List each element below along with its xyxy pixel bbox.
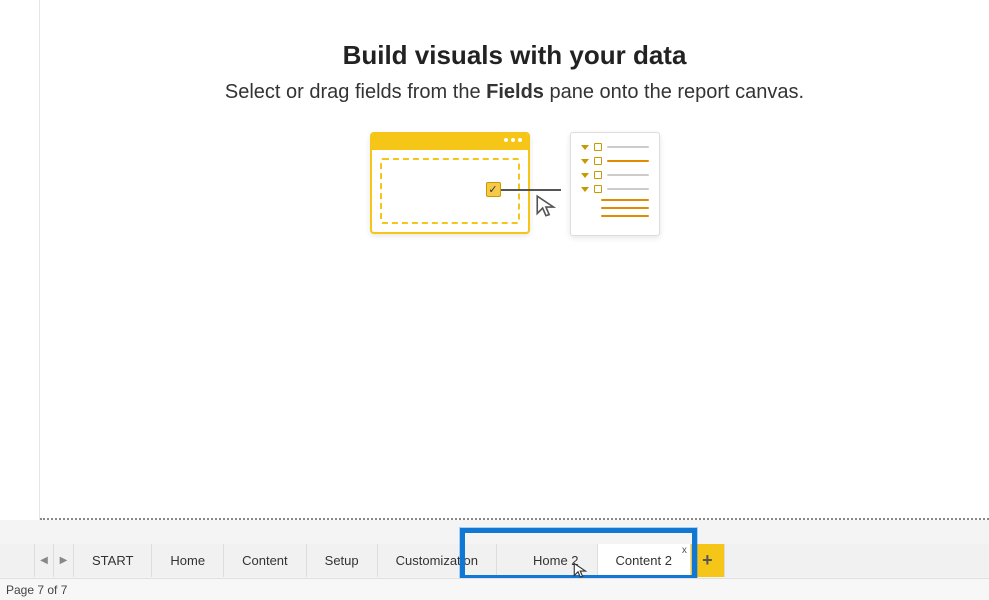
tab-label: Setup [325, 553, 359, 568]
chevron-down-icon [581, 187, 589, 192]
line-icon [607, 174, 649, 176]
tab-setup[interactable]: Setup [307, 544, 378, 577]
chevron-down-icon [581, 145, 589, 150]
add-page-button[interactable]: + [691, 544, 725, 577]
illustration-window-head [372, 134, 528, 150]
tab-content[interactable]: Content [224, 544, 307, 577]
cursor-icon [534, 194, 560, 225]
tab-customization[interactable]: Customization [378, 544, 497, 577]
canvas-bottom-separator [40, 518, 989, 520]
chevron-down-icon [581, 173, 589, 178]
tab-content-2[interactable]: Content 2 x [598, 544, 691, 577]
checkbox-icon [594, 185, 602, 193]
checkbox-icon [594, 171, 602, 179]
illustration-window-card [370, 132, 530, 234]
status-bar: Page 7 of 7 [0, 578, 989, 600]
canvas-subtitle: Select or drag fields from the Fields pa… [40, 81, 989, 104]
line-icon [601, 215, 649, 217]
illustration-fields-card [570, 132, 660, 236]
close-icon[interactable]: x [682, 546, 687, 556]
list-item [581, 171, 649, 179]
report-canvas[interactable]: Build visuals with your data Select or d… [40, 0, 989, 520]
subtitle-pre: Select or drag fields from the [225, 81, 486, 103]
line-icon [607, 160, 649, 162]
checkbox-icon [594, 143, 602, 151]
left-rail [0, 0, 40, 520]
subtitle-bold: Fields [486, 81, 544, 103]
app-root: Build visuals with your data Select or d… [0, 0, 989, 600]
tab-nav-next[interactable]: ▶ [54, 544, 74, 577]
tab-label: START [92, 553, 133, 568]
chevron-down-icon [581, 159, 589, 164]
line-icon [607, 188, 649, 190]
cursor-icon [572, 562, 590, 585]
connector-line-icon [501, 189, 561, 191]
tab-nav-prev[interactable]: ◀ [34, 544, 54, 577]
subtitle-post: pane onto the report canvas. [544, 81, 804, 103]
line-icon [601, 199, 649, 201]
tab-label: Content [242, 553, 288, 568]
page-tab-bar: ◀ ▶ START Home Content Setup Customizati… [0, 544, 989, 577]
list-item [581, 185, 649, 193]
tab-start[interactable]: START [74, 544, 152, 577]
list-item [581, 157, 649, 165]
page-indicator: Page 7 of 7 [6, 583, 67, 597]
line-icon [601, 207, 649, 209]
empty-canvas-illustration: ✓ [370, 132, 660, 242]
checkbox-icon: ✓ [486, 182, 501, 197]
checkbox-icon [594, 157, 602, 165]
tab-home[interactable]: Home [152, 544, 224, 577]
tab-label: Customization [396, 553, 478, 568]
tab-label: Content 2 [616, 553, 672, 568]
canvas-title: Build visuals with your data [40, 40, 989, 71]
window-dots-icon [504, 138, 522, 142]
line-icon [607, 146, 649, 148]
tab-label: Home [170, 553, 205, 568]
list-item [581, 143, 649, 151]
